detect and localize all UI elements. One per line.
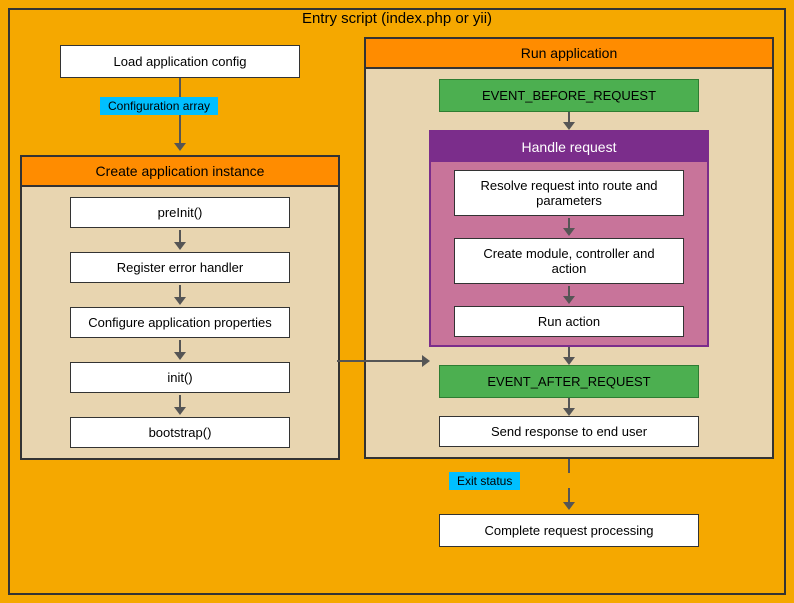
- arrow-head-1: [174, 143, 186, 151]
- arrow-line-2: [179, 113, 181, 143]
- exit-arrow-section: Exit status: [429, 459, 709, 510]
- horizontal-arrow: [337, 355, 430, 367]
- arrow-right-head: [422, 355, 430, 367]
- exit-label: Exit status: [449, 472, 520, 490]
- horiz-line: [337, 360, 422, 362]
- config-label: Configuration array: [100, 97, 218, 115]
- arrow-section-1: Configuration array: [60, 78, 300, 151]
- arrow-line-1: [179, 78, 181, 98]
